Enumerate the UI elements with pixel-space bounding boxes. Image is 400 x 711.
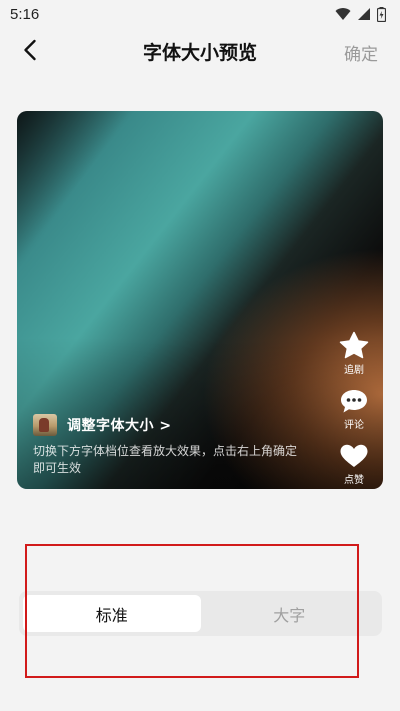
video-title: 调整字体大小 > — [67, 418, 172, 434]
comment-button[interactable]: 评论 — [339, 388, 369, 431]
like-label: 点赞 — [344, 475, 364, 486]
nav-bar: 字体大小预览 确定 — [0, 28, 400, 76]
heart-icon — [338, 443, 370, 469]
follow-drama-button[interactable]: 追剧 — [338, 331, 370, 376]
status-bar: 5:16 — [0, 0, 400, 28]
video-thumbnail — [33, 414, 57, 436]
side-actions: 追剧 评论 点赞 — [337, 331, 371, 486]
like-button[interactable]: 点赞 — [338, 443, 370, 486]
star-icon — [338, 331, 370, 359]
font-preview-card: 追剧 评论 点赞 调整字体大小 > 切换下方字体档位查看放大效果，点击右上角确定… — [17, 111, 383, 489]
comment-icon — [339, 388, 369, 414]
video-description: 切换下方字体档位查看放大效果，点击右上角确定即可生效 — [33, 444, 298, 475]
font-size-option-standard[interactable]: 标准 — [23, 595, 201, 632]
confirm-button[interactable]: 确定 — [344, 40, 378, 65]
wifi-icon — [335, 7, 351, 21]
status-time: 5:16 — [10, 5, 40, 23]
follow-drama-label: 追剧 — [344, 365, 364, 376]
font-size-selector: 标准 大字 — [19, 591, 382, 636]
comment-label: 评论 — [344, 420, 364, 431]
signal-icon — [357, 7, 371, 21]
battery-icon — [377, 6, 386, 22]
font-size-option-large[interactable]: 大字 — [201, 595, 379, 632]
video-title-row[interactable]: 调整字体大小 > — [33, 414, 303, 436]
status-icons — [335, 6, 386, 22]
video-info: 调整字体大小 > 切换下方字体档位查看放大效果，点击右上角确定即可生效 — [33, 414, 303, 477]
page-title: 字体大小预览 — [142, 42, 257, 64]
